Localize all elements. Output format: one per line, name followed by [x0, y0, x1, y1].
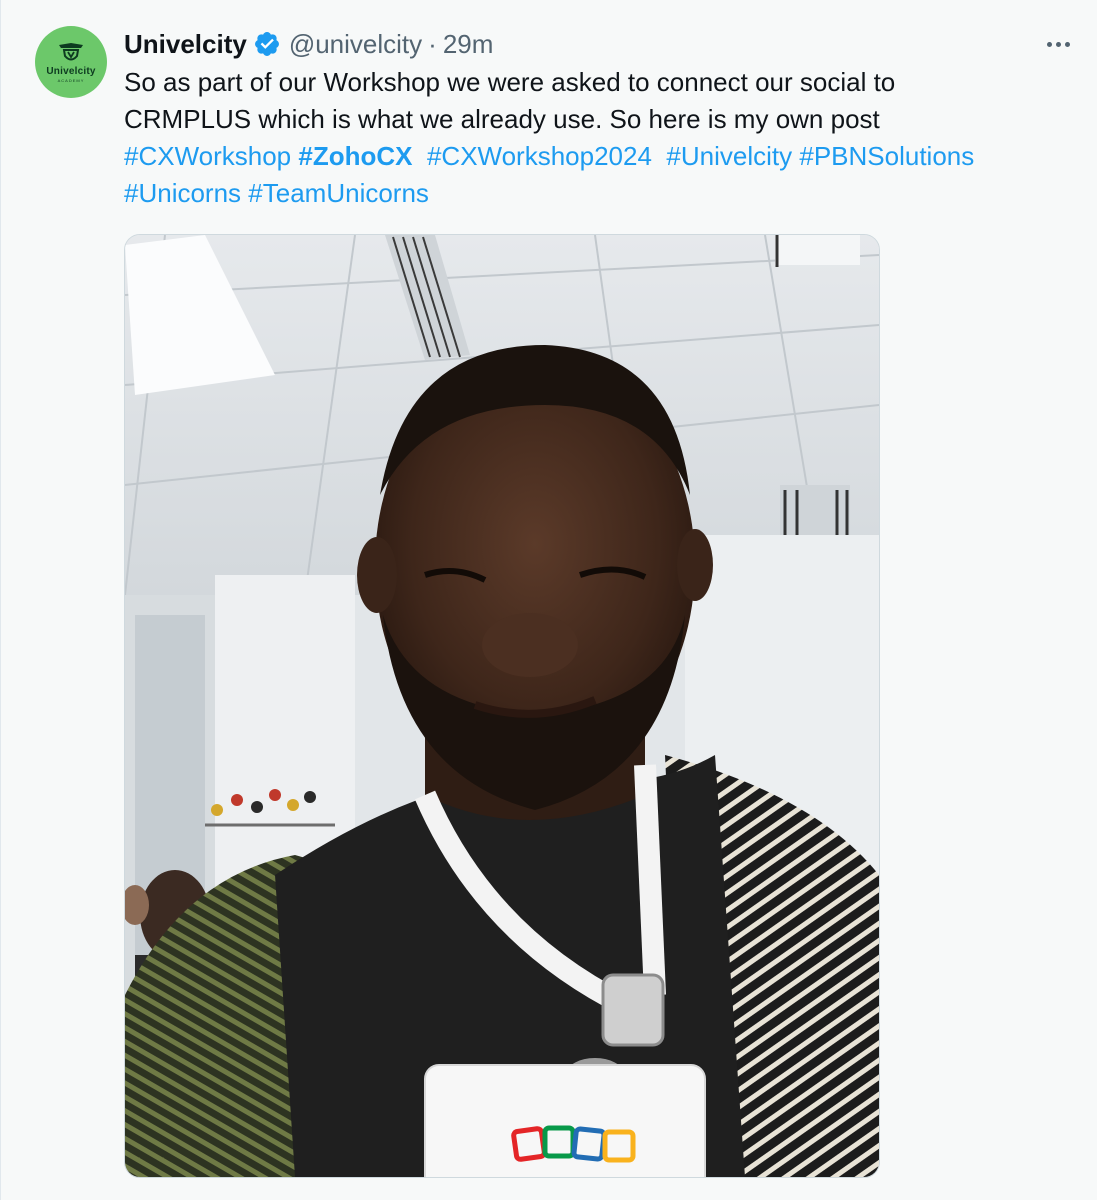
hashtag-link[interactable]: #PBNSolutions — [799, 141, 974, 171]
hashtag-line: #Unicorns #TeamUnicorns — [124, 175, 1074, 212]
more-dots-icon — [1055, 41, 1061, 47]
avatar-logo-text: Univelcity — [46, 65, 96, 77]
hashtag-link[interactable]: #Univelcity — [666, 141, 792, 171]
nose — [482, 613, 578, 677]
tweet-text-line: CRMPLUS which is what we already use. So… — [124, 104, 880, 134]
hashtag-link[interactable]: #CXWorkshop — [124, 141, 291, 171]
ear — [677, 529, 713, 601]
tweet-text-line: So as part of our Workshop we were asked… — [124, 67, 896, 97]
shield-icon — [59, 42, 83, 60]
lanyard — [634, 764, 666, 996]
more-dots-icon — [1046, 41, 1052, 47]
timestamp[interactable]: 29m — [443, 29, 494, 60]
photo-illustration — [125, 235, 879, 1177]
hashtag-line: #CXWorkshop #ZohoCX #CXWorkshop2024 #Uni… — [124, 138, 1074, 175]
tweet-text: So as part of our Workshop we were asked… — [124, 64, 1074, 212]
tweet-photo[interactable] — [124, 234, 880, 1178]
tweet-header: Univelcity @univelcity · 29m — [124, 26, 493, 62]
avatar[interactable]: Univelcity ACADEMY — [35, 26, 107, 98]
avatar-logo-subtext: ACADEMY — [57, 77, 85, 83]
verified-badge-icon — [254, 32, 279, 56]
lanyard-clip — [601, 973, 665, 1047]
more-options-button[interactable] — [1041, 30, 1075, 58]
display-name[interactable]: Univelcity — [124, 29, 247, 60]
hashtag-link[interactable]: #ZohoCX — [298, 141, 412, 171]
separator-dot: · — [428, 28, 437, 59]
hashtag-link[interactable]: #Unicorns — [124, 178, 241, 208]
tweet-card[interactable]: Univelcity ACADEMY Univelcity @univelcit… — [0, 0, 1097, 1200]
handle[interactable]: @univelcity — [289, 29, 422, 60]
hashtag-link[interactable]: #CXWorkshop2024 — [427, 141, 652, 171]
name-badge — [424, 1064, 706, 1177]
hashtag-link[interactable]: #TeamUnicorns — [248, 178, 429, 208]
more-dots-icon — [1064, 41, 1070, 47]
ear — [357, 537, 397, 613]
